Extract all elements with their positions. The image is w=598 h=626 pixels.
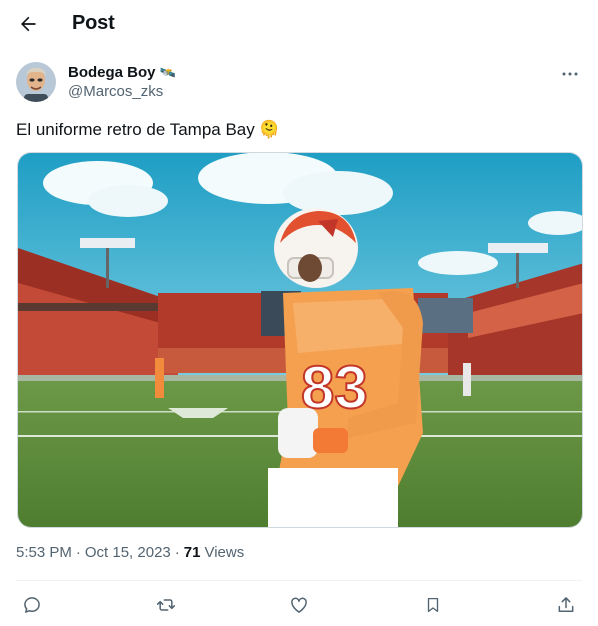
share-button[interactable] [550, 590, 582, 620]
heart-icon [291, 597, 307, 613]
divider [16, 580, 582, 581]
tweet-text: El uniforme retro de Tampa Bay 🫠 [16, 118, 280, 142]
tweet-media[interactable]: 83 [17, 152, 583, 528]
separator-dot: · [75, 544, 81, 561]
action-bar [16, 590, 582, 620]
author-handle[interactable]: @Marcos_zks [68, 83, 176, 100]
reply-icon [24, 597, 40, 613]
profile-photo-icon [16, 62, 56, 102]
share-icon [558, 597, 574, 612]
views-label[interactable]: Views [204, 544, 244, 561]
satellite-emoji-icon: 🛰️ [159, 64, 176, 80]
tweet-date[interactable]: Oct 15, 2023 [85, 544, 171, 561]
football-player-photo-icon: 83 [18, 153, 582, 527]
bookmark-button[interactable] [417, 590, 449, 620]
avatar[interactable] [16, 62, 56, 102]
reply-button[interactable] [16, 590, 48, 620]
melting-face-emoji-icon: 🫠 [258, 120, 280, 139]
author-names: Bodega Boy 🛰️ @Marcos_zks [68, 64, 176, 100]
post-header: Post [0, 0, 598, 50]
page-title: Post [72, 12, 115, 34]
back-button[interactable] [12, 8, 44, 40]
tweet-time[interactable]: 5:53 PM [16, 544, 72, 561]
bookmark-icon [427, 597, 439, 613]
arrow-left-icon [21, 16, 36, 32]
more-options-button[interactable] [558, 64, 582, 84]
ellipsis-icon [562, 72, 578, 76]
display-name[interactable]: Bodega Boy 🛰️ [68, 64, 176, 81]
tweet-metadata: 5:53 PM · Oct 15, 2023 · 71 Views [16, 544, 244, 561]
separator-dot: · [174, 544, 180, 561]
views-count[interactable]: 71 [184, 544, 201, 561]
tweet-text-body: El uniforme retro de Tampa Bay [16, 120, 255, 139]
author-row: Bodega Boy 🛰️ @Marcos_zks [16, 62, 582, 106]
display-name-text: Bodega Boy [68, 64, 156, 81]
retweet-icon [156, 599, 176, 611]
retweet-button[interactable] [150, 590, 182, 620]
like-button[interactable] [283, 590, 315, 620]
